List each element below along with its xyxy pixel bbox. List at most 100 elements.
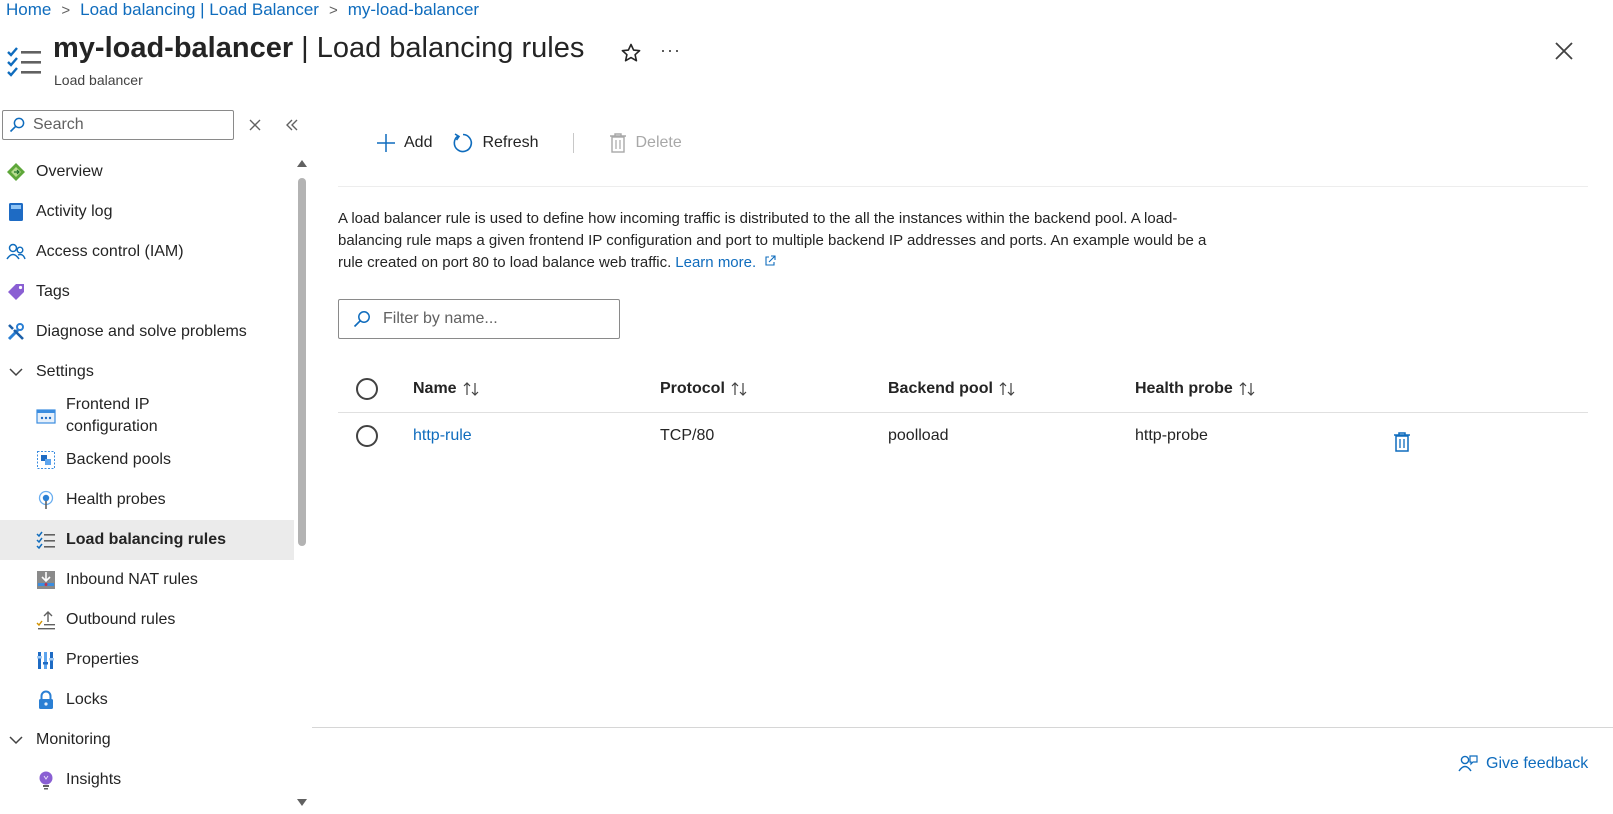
sidebar-item-label: Locks [66,691,108,708]
favorite-star-icon[interactable] [620,42,642,64]
add-label: Add [404,134,433,151]
sidebar-item-label: Tags [36,283,70,300]
wrench-icon [6,322,26,342]
column-header-label: Backend pool [888,380,993,397]
scroll-down-arrow-icon[interactable] [296,798,308,808]
select-all-radio[interactable] [356,378,378,400]
column-header-name[interactable]: Name [413,366,479,412]
sidebar-item-label: Outbound rules [66,611,176,628]
sidebar-item-label: Diagnose and solve problems [36,323,247,340]
outbound-rules-icon [36,610,56,630]
sidebar-item-frontend-ip[interactable]: Frontend IP configuration [0,392,294,440]
sidebar-item-label: Access control (IAM) [36,243,184,260]
trash-icon [609,133,626,153]
trash-icon[interactable] [1393,431,1411,453]
health-probe-icon [36,490,56,510]
sort-icon [731,382,747,396]
command-bar: Add Refresh Delete [376,128,682,158]
more-options-button[interactable]: ··· [660,40,681,61]
external-link-icon [765,255,776,266]
breadcrumb-my-load-balancer[interactable]: my-load-balancer [348,0,479,20]
give-feedback-label: Give feedback [1486,755,1589,772]
sidebar-item-access-control[interactable]: Access control (IAM) [0,232,294,272]
sidebar-nav: Overview Activity log Access control (IA… [0,152,294,800]
rules-table: Name Protocol Backend pool Health probe … [338,366,1588,459]
page-title: my-load-balancer | Load balancing rules [53,32,584,65]
sidebar-item-locks[interactable]: Locks [0,680,294,720]
sidebar-item-label: Insights [66,771,122,788]
sidebar-item-activity-log[interactable]: Activity log [0,192,294,232]
toolbar-divider [572,133,574,153]
plus-icon [377,134,395,152]
sidebar-item-tags[interactable]: Tags [0,272,294,312]
sidebar-item-label: Frontend IP configuration [66,396,158,435]
close-icon[interactable] [1553,40,1575,62]
breadcrumb-separator-icon: > [328,1,338,19]
sidebar-item-load-balancing-rules[interactable]: Load balancing rules [0,520,294,560]
list-checks-icon [36,530,56,550]
inbound-nat-icon [36,570,56,590]
breadcrumb: Home > Load balancing | Load Balancer > … [6,0,479,20]
backend-pool-icon [36,450,56,470]
sidebar-item-label: Activity log [36,203,113,220]
breadcrumb-home[interactable]: Home [6,0,51,20]
column-header-health-probe[interactable]: Health probe [1135,366,1255,412]
sidebar-item-inbound-nat[interactable]: Inbound NAT rules [0,560,294,600]
chevron-down-icon [6,730,26,750]
list-checks-icon [7,47,41,77]
row-select-cell [356,413,378,459]
learn-more-link[interactable]: Learn more. [675,254,776,271]
breadcrumb-load-balancing[interactable]: Load balancing | Load Balancer [80,0,319,20]
tag-icon [6,282,26,302]
sidebar-scrollbar-thumb[interactable] [298,178,306,546]
title-separator: | [301,32,309,64]
refresh-button[interactable]: Refresh [452,132,539,154]
filter-input[interactable] [381,309,611,329]
delete-button[interactable]: Delete [608,132,682,154]
sidebar-item-label: Monitoring [36,731,111,748]
give-feedback-button[interactable]: Give feedback [1458,754,1588,774]
column-header-backend-pool[interactable]: Backend pool [888,366,1015,412]
sidebar-item-properties[interactable]: Properties [0,640,294,680]
sidebar-item-insights[interactable]: Insights [0,760,294,800]
sidebar-search[interactable] [2,110,234,140]
sidebar-item-diagnose[interactable]: Diagnose and solve problems [0,312,294,352]
footer-divider [312,727,1613,728]
chevron-down-icon [6,362,26,382]
sort-icon [1239,382,1255,396]
row-select-radio[interactable] [356,425,378,447]
sidebar-item-outbound-rules[interactable]: Outbound rules [0,600,294,640]
scroll-up-arrow-icon[interactable] [296,158,308,168]
sidebar-item-health-probes[interactable]: Health probes [0,480,294,520]
page-name: Load balancing rules [316,32,585,64]
lock-icon [36,690,56,710]
sidebar-group-settings[interactable]: Settings [0,352,294,392]
collapse-sidebar-icon[interactable] [283,116,301,134]
rule-name-link[interactable]: http-rule [413,427,472,445]
column-header-label: Protocol [660,380,725,397]
cell-name: http-rule [413,413,472,459]
column-header-protocol[interactable]: Protocol [660,366,747,412]
sidebar-item-label: Health probes [66,491,166,508]
add-button[interactable]: Add [376,133,432,153]
resource-name: my-load-balancer [53,32,294,64]
sidebar-item-overview[interactable]: Overview [0,152,294,192]
people-icon [6,242,26,262]
resource-type: Load balancer [54,72,143,88]
column-header-label: Health probe [1135,380,1233,397]
sidebar-item-backend-pools[interactable]: Backend pools [0,440,294,480]
sidebar-item-label: Load balancing rules [66,531,227,548]
cell-protocol: TCP/80 [660,427,715,444]
search-icon [9,117,25,133]
sidebar-search-input[interactable] [31,115,221,135]
cell-health-probe: http-probe [1135,427,1208,444]
delete-label: Delete [635,134,682,151]
cell-backend-pool: poolload [888,427,949,444]
filter-box[interactable] [338,299,620,339]
overview-diamond-icon [6,162,26,182]
sidebar-item-label: Inbound NAT rules [66,571,198,588]
clear-search-icon[interactable] [246,116,264,134]
sort-icon [999,382,1015,396]
refresh-icon [454,133,473,153]
sidebar-group-monitoring[interactable]: Monitoring [0,720,294,760]
